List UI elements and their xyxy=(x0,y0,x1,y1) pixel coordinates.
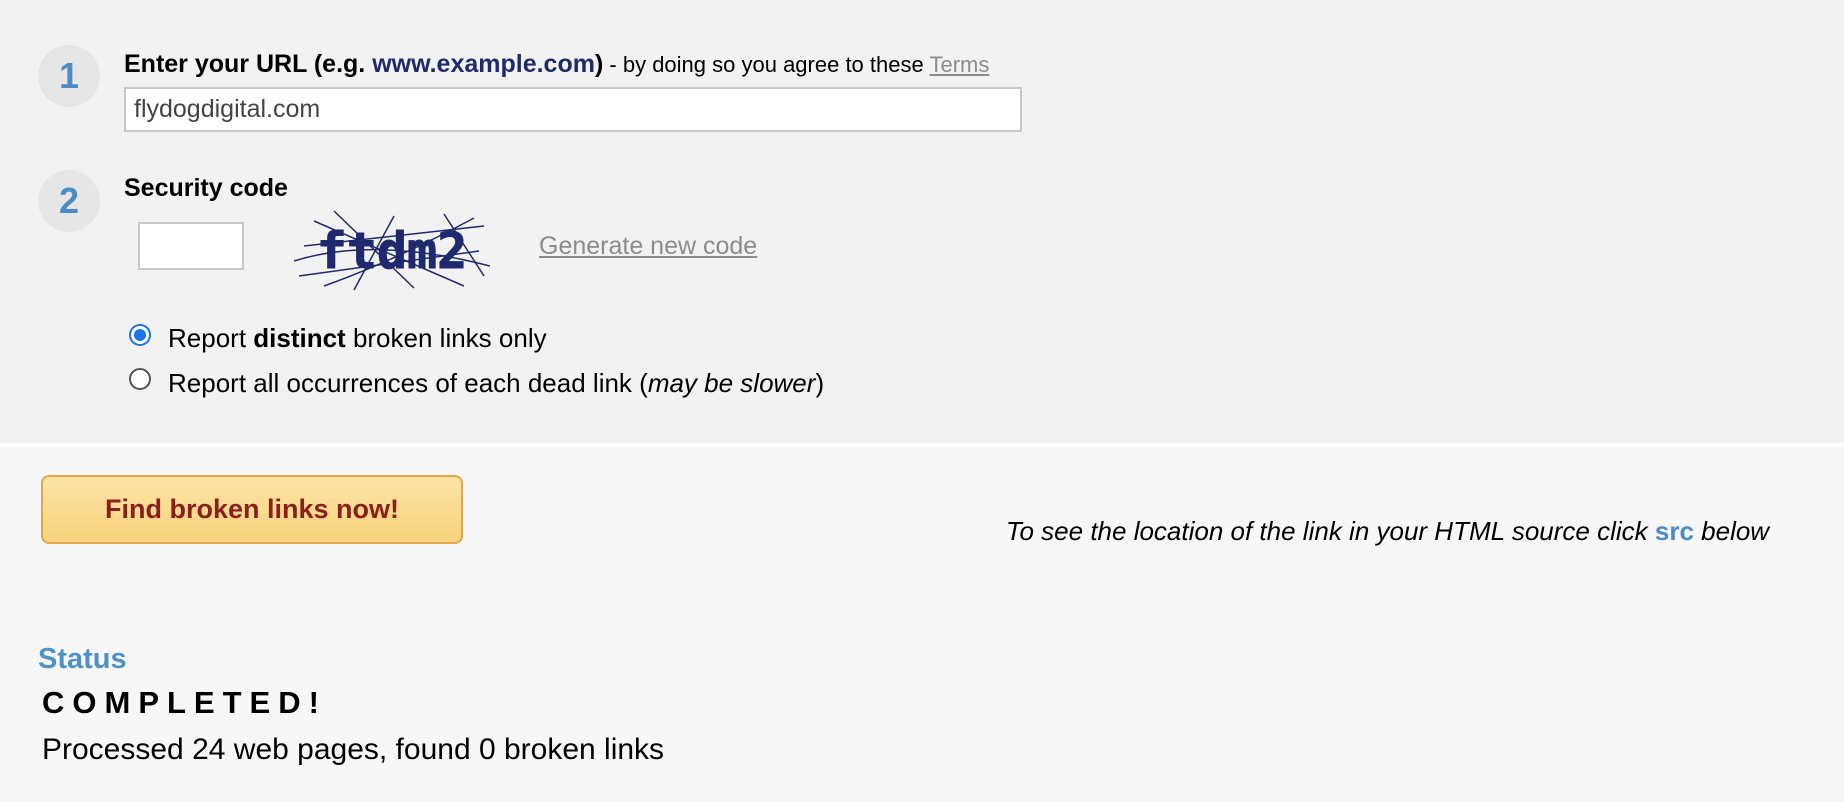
url-input[interactable] xyxy=(124,87,1022,132)
distinct-label-after: broken links only xyxy=(345,323,547,353)
hint-after: below xyxy=(1693,516,1770,546)
all-occurrences-radio[interactable] xyxy=(129,368,151,390)
captcha-image: ftdm2 xyxy=(294,210,490,291)
generate-new-code-link[interactable]: Generate new code xyxy=(539,232,757,261)
status-value: COMPLETED! xyxy=(42,685,327,720)
distinct-label-before: Report xyxy=(168,323,254,353)
step-2-badge: 2 xyxy=(38,170,100,232)
hint-before: To see the location of the link in your … xyxy=(1006,516,1655,546)
captcha-text: ftdm2 xyxy=(317,222,468,280)
distinct-label-bold: distinct xyxy=(253,323,346,353)
step-1-badge: 1 xyxy=(38,45,100,107)
all-label-after: ) xyxy=(815,368,825,398)
all-occurrences-option-label: Report all occurrences of each dead link… xyxy=(168,368,824,399)
hint-src: src xyxy=(1654,516,1694,546)
status-detail: Processed 24 web pages, found 0 broken l… xyxy=(42,733,665,766)
all-label-before: Report all occurrences of each dead link… xyxy=(168,368,648,398)
distinct-radio[interactable] xyxy=(129,324,151,346)
url-label: Enter your URL (e.g. www.example.com) - … xyxy=(124,50,989,79)
security-code-input[interactable] xyxy=(138,222,244,270)
example-url: www.example.com xyxy=(372,50,595,78)
find-broken-links-button[interactable]: Find broken links now! xyxy=(41,475,463,544)
distinct-option-label: Report distinct broken links only xyxy=(168,323,547,354)
all-label-italic: may be slower xyxy=(647,368,816,398)
terms-link[interactable]: Terms xyxy=(929,52,989,77)
terms-note: - by doing so you agree to these xyxy=(603,52,930,77)
source-hint: To see the location of the link in your … xyxy=(1006,516,1769,547)
security-code-label: Security code xyxy=(124,174,288,202)
url-label-prefix: Enter your URL (e.g. xyxy=(124,50,373,78)
status-heading: Status xyxy=(38,643,127,675)
